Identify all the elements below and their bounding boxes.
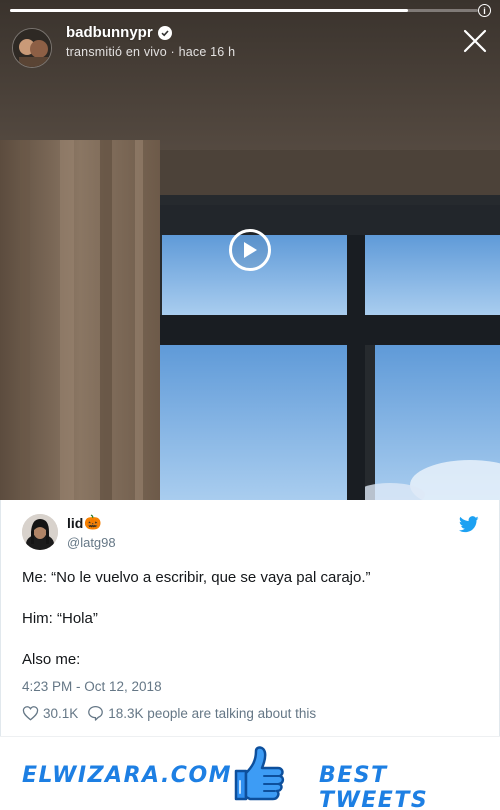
like-button[interactable]: 30.1K bbox=[22, 705, 78, 721]
tweet-line: Me: “No le vuelvo a escribir, que se vay… bbox=[22, 569, 371, 586]
pumpkin-emoji: 🎃 bbox=[84, 514, 102, 530]
play-button[interactable] bbox=[229, 229, 271, 271]
tweet-author-name[interactable]: lid 🎃 bbox=[67, 514, 102, 531]
tweet-actions: 30.1K 18.3K people are talking about thi… bbox=[22, 705, 316, 721]
verified-icon bbox=[157, 25, 172, 40]
speech-bubble-icon bbox=[88, 705, 104, 721]
story-video[interactable]: i badbunnypr transmitió en vivo · hace 1… bbox=[0, 0, 500, 500]
footer-banner: ELWIZARA.COM BEST TWEETS bbox=[0, 736, 500, 810]
reply-button[interactable]: 18.3K people are talking about this bbox=[87, 705, 316, 721]
story-subtitle: transmitió en vivo · hace 16 h bbox=[66, 45, 236, 59]
talking-count: 18.3K people are talking about this bbox=[108, 705, 317, 721]
tweet-author-name-text[interactable]: lid bbox=[67, 515, 83, 531]
tweet-text: Me: “No le vuelvo a escribir, que se vay… bbox=[22, 568, 482, 669]
like-count: 30.1K bbox=[43, 705, 79, 721]
story-progress-fill bbox=[10, 9, 408, 12]
play-icon bbox=[244, 242, 257, 258]
tweet-timestamp[interactable]: 4:23 PM - Oct 12, 2018 bbox=[22, 679, 162, 694]
story-username-row[interactable]: badbunnypr bbox=[66, 24, 172, 41]
twitter-bird-icon[interactable] bbox=[459, 516, 479, 533]
footer-brand[interactable]: ELWIZARA.COM bbox=[22, 763, 232, 788]
avatar-image bbox=[13, 29, 51, 67]
close-icon[interactable] bbox=[462, 28, 488, 54]
story-progress-bar bbox=[10, 9, 478, 12]
tweet-card: lid 🎃 @latg98 Me: “No le vuelvo a escrib… bbox=[0, 500, 500, 736]
tweet-avatar[interactable] bbox=[22, 514, 58, 550]
tweet-avatar-image bbox=[22, 514, 58, 550]
thumbs-up-icon bbox=[234, 746, 285, 801]
tweet-line: Also me: bbox=[22, 651, 81, 668]
story-avatar[interactable] bbox=[12, 28, 52, 68]
info-icon[interactable]: i bbox=[478, 4, 491, 17]
tweet-author-handle[interactable]: @latg98 bbox=[67, 535, 116, 550]
heart-icon bbox=[22, 706, 39, 721]
tweet-line: Him: “Hola” bbox=[22, 610, 98, 627]
story-username[interactable]: badbunnypr bbox=[66, 24, 153, 41]
footer-tagline[interactable]: BEST TWEETS bbox=[319, 763, 500, 810]
